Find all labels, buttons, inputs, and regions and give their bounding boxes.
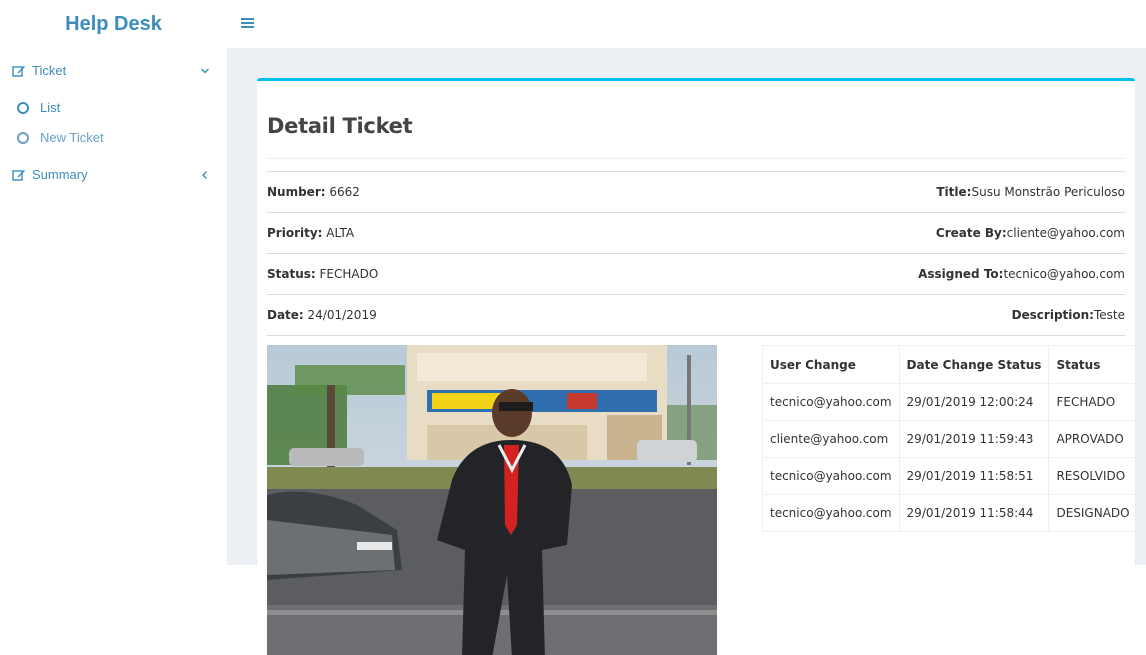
date-change-cell: 29/01/2019 11:59:43 xyxy=(898,420,1050,458)
divider xyxy=(267,335,1125,336)
top-navbar xyxy=(227,0,1146,48)
column-header: User Change xyxy=(762,345,900,384)
sidebar-subitem-label: New Ticket xyxy=(40,130,104,145)
table-row: tecnico@yahoo.com 29/01/2019 12:00:24 FE… xyxy=(762,383,1138,421)
sidebar: Help Desk Ticket List New Ticket Summary xyxy=(0,0,227,655)
sidebar-subitem-list[interactable]: List xyxy=(0,95,227,121)
divider xyxy=(267,294,1125,295)
table-row: cliente@yahoo.com 29/01/2019 11:59:43 AP… xyxy=(762,420,1138,458)
ticket-description: Description:Teste xyxy=(1011,308,1125,322)
hamburger-icon[interactable] xyxy=(241,16,255,30)
ticket-attachment-image xyxy=(267,345,717,655)
ticket-detail-box: Detail Ticket Number: 6662 Title:Susu Mo… xyxy=(257,78,1138,655)
ticket-title: Title:Susu Monstrão Periculoso xyxy=(936,185,1125,199)
chevron-left-icon xyxy=(202,171,207,179)
edit-icon xyxy=(12,170,25,181)
user-change-cell: cliente@yahoo.com xyxy=(762,420,900,458)
sidebar-item-label: Summary xyxy=(32,167,88,182)
circle-icon xyxy=(17,132,29,144)
date-change-cell: 29/01/2019 11:58:51 xyxy=(898,457,1050,495)
status-cell: APROVADO xyxy=(1048,420,1138,458)
status-history-table: User Change Date Change Status Status te… xyxy=(762,345,1138,532)
ticket-created-by: Create By:cliente@yahoo.com xyxy=(935,226,1125,240)
page-title: Detail Ticket xyxy=(267,114,413,138)
chevron-down-icon xyxy=(201,68,209,74)
sidebar-item-summary[interactable]: Summary xyxy=(0,161,227,189)
sidebar-subitem-label: List xyxy=(40,100,61,115)
ticket-assigned-to: Assigned To:tecnico@yahoo.com xyxy=(918,267,1125,281)
circle-icon xyxy=(17,102,29,114)
sidebar-item-label: Ticket xyxy=(32,63,67,78)
ticket-date: Date: 24/01/2019 xyxy=(267,308,377,322)
divider xyxy=(267,158,1125,159)
edit-icon xyxy=(12,66,25,77)
date-change-cell: 29/01/2019 11:58:44 xyxy=(898,494,1050,532)
table-row: tecnico@yahoo.com 29/01/2019 11:58:44 DE… xyxy=(762,494,1138,532)
divider xyxy=(267,171,1125,172)
divider xyxy=(267,212,1125,213)
table-row: tecnico@yahoo.com 29/01/2019 11:58:51 RE… xyxy=(762,457,1138,495)
ticket-status: Status: FECHADO xyxy=(267,267,379,281)
date-change-cell: 29/01/2019 12:00:24 xyxy=(898,383,1050,421)
brand-logo[interactable]: Help Desk xyxy=(0,0,227,48)
status-cell: DESIGNADO xyxy=(1048,494,1138,532)
column-header: Date Change Status xyxy=(898,345,1050,384)
ticket-priority: Priority: ALTA xyxy=(267,226,355,240)
status-cell: RESOLVIDO xyxy=(1048,457,1138,495)
divider xyxy=(267,253,1125,254)
sidebar-subitem-new-ticket[interactable]: New Ticket xyxy=(0,125,227,151)
user-change-cell: tecnico@yahoo.com xyxy=(762,457,900,495)
ticket-number: Number: 6662 xyxy=(267,185,360,199)
user-change-cell: tecnico@yahoo.com xyxy=(762,383,900,421)
sidebar-item-ticket[interactable]: Ticket xyxy=(0,57,227,85)
user-change-cell: tecnico@yahoo.com xyxy=(762,494,900,532)
table-header-row: User Change Date Change Status Status xyxy=(762,345,1138,384)
column-header: Status xyxy=(1048,345,1138,384)
status-cell: FECHADO xyxy=(1048,383,1138,421)
